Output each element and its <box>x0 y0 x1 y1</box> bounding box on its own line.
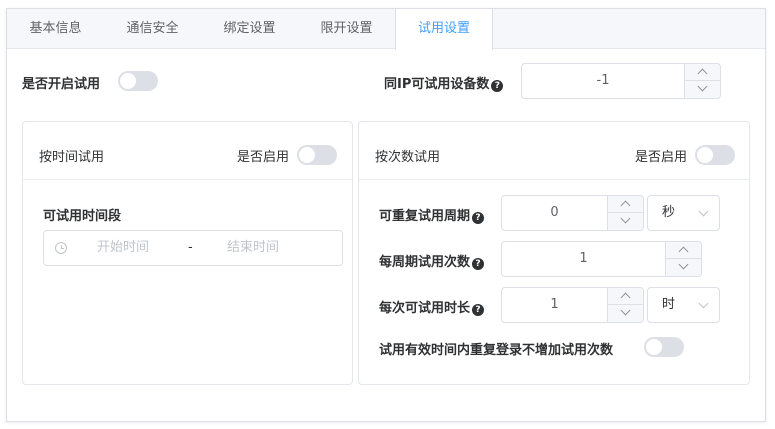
decrease-button[interactable] <box>665 259 701 276</box>
per-cycle-label: 每周期试用次数? <box>379 251 485 270</box>
chevron-down-icon <box>697 81 708 92</box>
chevron-up-icon <box>620 200 631 211</box>
repeat-cycle-value[interactable]: 0 <box>502 196 607 230</box>
switch-knob <box>646 339 662 355</box>
decrease-button[interactable] <box>684 81 720 98</box>
chevron-up-icon <box>678 246 689 257</box>
duration-value[interactable]: 1 <box>502 288 607 322</box>
relogin-switch[interactable] <box>644 337 684 357</box>
duration-unit-value: 时 <box>662 297 676 312</box>
tab-trial-settings[interactable]: 试用设置 <box>395 9 493 50</box>
ip-devices-label-text: 同IP可试用设备数 <box>384 77 490 92</box>
ip-devices-label: 同IP可试用设备数? <box>384 73 504 92</box>
repeat-cycle-input[interactable]: 0 <box>501 195 644 231</box>
count-trial-title: 按次数试用 <box>375 150 441 165</box>
tab-binding-settings[interactable]: 绑定设置 <box>201 9 298 49</box>
chevron-down-icon <box>698 206 709 217</box>
count-trial-card-header: 按次数试用 是否启用 <box>359 122 749 180</box>
time-trial-enable-switch[interactable] <box>297 145 337 165</box>
help-icon[interactable]: ? <box>472 212 485 224</box>
count-trial-enable-label: 是否启用 <box>635 150 688 165</box>
switch-knob <box>299 147 315 163</box>
chevron-down-icon <box>698 298 709 309</box>
trial-period-label: 可试用时间段 <box>43 209 122 224</box>
duration-input[interactable]: 1 <box>501 287 644 323</box>
chevron-down-icon <box>678 259 689 270</box>
chevron-up-icon <box>620 292 631 303</box>
trial-period-range-picker[interactable]: 开始时间 - 结束时间 <box>43 230 343 266</box>
help-icon[interactable]: ? <box>472 304 485 316</box>
start-time-input[interactable]: 开始时间 <box>97 231 149 265</box>
per-cycle-label-text: 每周期试用次数 <box>379 255 471 270</box>
tab-bar: 基本信息 通信安全 绑定设置 限开设置 试用设置 <box>7 9 765 50</box>
duration-label-text: 每次可试用时长 <box>379 301 471 316</box>
repeat-cycle-label-text: 可重复试用周期 <box>379 209 471 224</box>
chevron-down-icon <box>620 213 631 224</box>
decrease-button[interactable] <box>607 213 643 230</box>
per-cycle-input[interactable]: 1 <box>501 241 702 277</box>
tab-limit-settings[interactable]: 限开设置 <box>298 9 395 49</box>
duration-unit-select[interactable]: 时 <box>647 287 720 323</box>
duration-label: 每次可试用时长? <box>379 297 485 316</box>
chevron-down-icon <box>620 305 631 316</box>
time-trial-enable-label: 是否启用 <box>237 150 290 165</box>
enable-trial-switch[interactable] <box>118 71 158 91</box>
increase-button[interactable] <box>684 64 720 81</box>
per-cycle-value[interactable]: 1 <box>502 242 665 276</box>
enable-trial-label: 是否开启试用 <box>22 77 101 92</box>
increase-button[interactable] <box>607 288 643 305</box>
ip-devices-value[interactable]: -1 <box>522 64 684 98</box>
increase-button[interactable] <box>665 242 701 259</box>
end-time-input[interactable]: 结束时间 <box>227 231 279 265</box>
time-trial-title: 按时间试用 <box>39 150 105 165</box>
count-trial-enable-switch[interactable] <box>695 145 735 165</box>
increase-button[interactable] <box>607 196 643 213</box>
help-icon[interactable]: ? <box>472 258 485 270</box>
time-trial-card: 按时间试用 是否启用 可试用时间段 开始时间 - 结束时间 <box>22 121 353 385</box>
repeat-cycle-label: 可重复试用周期? <box>379 205 485 224</box>
chevron-up-icon <box>697 68 708 79</box>
range-separator: - <box>188 240 193 255</box>
decrease-button[interactable] <box>607 305 643 322</box>
switch-knob <box>120 73 136 89</box>
repeat-cycle-unit-value: 秒 <box>662 205 676 220</box>
help-icon[interactable]: ? <box>491 80 504 92</box>
tab-communication-security[interactable]: 通信安全 <box>104 9 201 49</box>
relogin-label: 试用有效时间内重复登录不增加试用次数 <box>379 343 614 358</box>
clock-icon <box>55 242 67 254</box>
ip-devices-input[interactable]: -1 <box>521 63 721 99</box>
tab-basic-info[interactable]: 基本信息 <box>7 9 104 49</box>
repeat-cycle-unit-select[interactable]: 秒 <box>647 195 720 231</box>
time-trial-card-header: 按时间试用 是否启用 <box>23 122 352 180</box>
count-trial-card: 按次数试用 是否启用 可重复试用周期? 0 秒 每周期试用次数? 1 每次可试用… <box>358 121 750 385</box>
switch-knob <box>697 147 713 163</box>
